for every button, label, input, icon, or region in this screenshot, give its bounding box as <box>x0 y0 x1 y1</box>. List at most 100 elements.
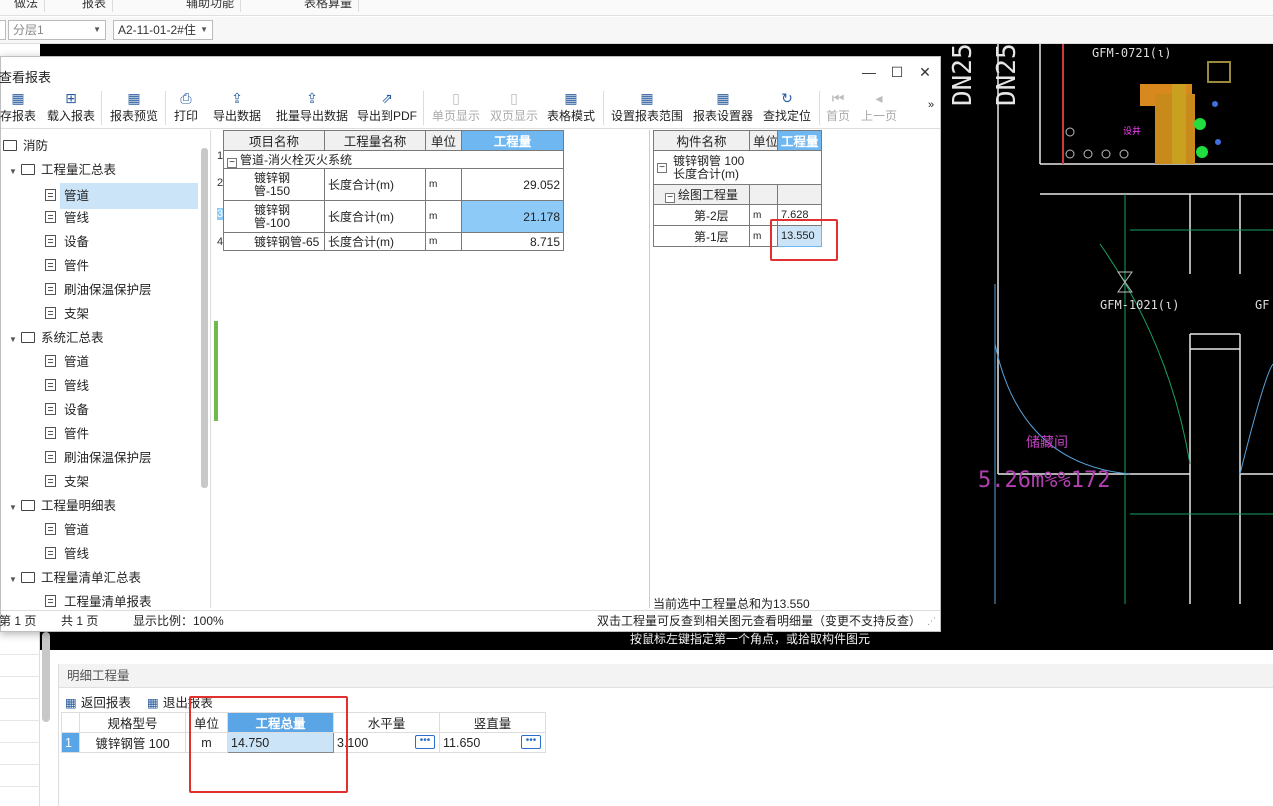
cad-label-dn: DN25 <box>992 44 1022 106</box>
menu-item-method[interactable]: 做法 <box>8 0 46 12</box>
col-header-horizontal[interactable]: 水平量 <box>333 712 440 733</box>
maximize-button[interactable]: ☐ <box>887 64 907 80</box>
cell-quantity[interactable]: 8.715 <box>461 232 564 251</box>
cell-quantity-selected[interactable]: 21.178 <box>461 200 564 233</box>
document-icon <box>45 211 56 223</box>
tree-item-label: 管线 <box>64 211 90 225</box>
set-report-range-button[interactable]: ▦ 设置报表范围 <box>609 89 685 127</box>
tree-folder-item[interactable]: 消防 <box>1 135 48 157</box>
col-header-quantity[interactable]: 工程量 <box>461 130 564 151</box>
cell-unit[interactable]: m <box>425 168 462 201</box>
col-header-spec[interactable]: 规格型号 <box>79 712 186 733</box>
document-icon <box>45 547 56 559</box>
find-locate-button[interactable]: ↻ 查找定位 <box>761 89 813 127</box>
folder-icon <box>3 140 17 151</box>
tree-report-item[interactable]: 支架 <box>45 471 89 493</box>
minimize-button[interactable]: — <box>859 64 879 80</box>
subgroup-cell[interactable]: − 绘图工程量 <box>653 184 750 205</box>
tree-report-item[interactable]: 刷油保温保护层 <box>45 447 152 469</box>
cell-quantity[interactable]: 29.052 <box>461 168 564 201</box>
col-header-unit[interactable]: 单位 <box>749 130 778 151</box>
prev-page-button[interactable]: ◂ 上一页 <box>859 89 899 127</box>
col-header-qty-name[interactable]: 工程量名称 <box>324 130 426 151</box>
col-header-quantity[interactable]: 工程量 <box>777 130 822 151</box>
menu-item-report[interactable]: 报表 <box>76 0 114 12</box>
floor-combo[interactable]: 分层1 ▼ <box>8 20 106 40</box>
print-button[interactable]: ⎙ 打印 <box>171 89 201 127</box>
double-page-button[interactable]: ▯ 双页显示 <box>487 89 541 127</box>
cell-item-name[interactable]: 镀锌钢管-100 <box>223 200 325 233</box>
col-header-component[interactable]: 构件名称 <box>653 130 750 151</box>
tree-report-item[interactable]: 管道 <box>45 519 89 541</box>
ellipsis-button[interactable]: ••• <box>415 735 435 749</box>
table-row[interactable]: 镀锌钢管-150 长度合计(m) m 29.052 <box>223 168 564 201</box>
tree-scrollbar[interactable] <box>201 148 208 488</box>
table-group-row[interactable]: − 管道-消火栓灭火系统 <box>223 150 564 169</box>
tree-report-item[interactable]: 支架 <box>45 303 89 325</box>
tree-report-item[interactable]: 管道 <box>45 183 198 209</box>
cell-floor[interactable]: 第-1层 <box>653 225 750 247</box>
tree-folder-item[interactable]: ▼ 工程量明细表 <box>9 495 116 517</box>
cell-horizontal[interactable]: 3.100 ••• <box>333 732 440 753</box>
first-page-button[interactable]: ⏮ 首页 <box>823 89 853 127</box>
tree-report-item[interactable]: 管件 <box>45 255 89 277</box>
menu-item-table-calc[interactable]: 表格算量 <box>298 0 360 12</box>
close-button[interactable]: ✕ <box>915 64 935 80</box>
tree-report-item[interactable]: 刷油保温保护层 <box>45 279 152 301</box>
table-mode-button[interactable]: ▦ 表格模式 <box>545 89 597 127</box>
cell-unit[interactable]: m <box>425 232 462 251</box>
load-report-button[interactable]: ⊞ 载入报表 <box>45 89 97 127</box>
collapse-icon[interactable]: − <box>657 162 667 173</box>
tree-report-item[interactable]: 设备 <box>45 399 89 421</box>
tree-report-item[interactable]: 管件 <box>45 423 89 445</box>
cell-item-name[interactable]: 镀锌钢管-65 <box>223 232 325 251</box>
component-combo[interactable]: A2-11-01-2#住 ▼ <box>113 20 213 40</box>
tree-report-item[interactable]: 管线 <box>45 207 89 229</box>
menu-item-aux[interactable]: 辅助功能 <box>180 0 242 12</box>
single-page-button[interactable]: ▯ 单页显示 <box>429 89 483 127</box>
chevron-down-icon[interactable]: ▼ <box>9 497 21 519</box>
col-header-vertical[interactable]: 竖直量 <box>439 712 546 733</box>
cell-qty-name[interactable]: 长度合计(m) <box>324 232 426 251</box>
col-header-item-name[interactable]: 项目名称 <box>223 130 325 151</box>
component-combo-value: A2-11-01-2#住 <box>118 23 196 37</box>
return-report-button[interactable]: ▦ 返回报表 <box>65 692 131 711</box>
tree-folder-item[interactable]: ▼ 工程量清单汇总表 <box>9 567 141 589</box>
tree-folder-item[interactable]: ▼ 系统汇总表 <box>9 327 104 349</box>
export-data-button[interactable]: ⇪ 导出数据 <box>211 89 263 127</box>
report-preview-button[interactable]: ▦ 报表预览 <box>107 89 161 127</box>
tree-folder-item[interactable]: ▼ 工程量汇总表 <box>9 159 116 181</box>
collapse-icon[interactable]: − <box>227 158 237 168</box>
floor-combo-value: 分层1 <box>13 23 44 37</box>
cell-spec[interactable]: 镀锌钢管 100 <box>79 732 186 753</box>
cell-unit[interactable]: m <box>425 200 462 233</box>
table-row[interactable]: 镀锌钢管-100 长度合计(m) m 21.178 <box>223 200 564 233</box>
cell-item-name[interactable]: 镀锌钢管-150 <box>223 168 325 201</box>
tree-report-item[interactable]: 管线 <box>45 375 89 397</box>
cell-vertical[interactable]: 11.650 ••• <box>439 732 546 753</box>
resize-grip-icon[interactable]: ⋰ <box>927 611 936 632</box>
tree-report-item[interactable]: 管线 <box>45 543 89 565</box>
tree-report-item[interactable]: 管道 <box>45 351 89 373</box>
cell-floor[interactable]: 第-2层 <box>653 204 750 226</box>
ellipsis-button[interactable]: ••• <box>521 735 541 749</box>
scrollbar[interactable] <box>42 632 50 722</box>
tree-report-item[interactable]: 设备 <box>45 231 89 253</box>
batch-export-button[interactable]: ⇪ 批量导出数据 <box>273 89 351 127</box>
chevron-down-icon[interactable]: ▼ <box>9 569 21 591</box>
report-settings-button[interactable]: ▦ 报表设置器 <box>691 89 755 127</box>
export-pdf-button[interactable]: ⇗ 导出到PDF <box>355 89 419 127</box>
toolbar-label: 载入报表 <box>46 109 95 123</box>
table-row[interactable]: 镀锌钢管-65 长度合计(m) m 8.715 <box>223 232 564 251</box>
cell-qty-name[interactable]: 长度合计(m) <box>324 168 426 201</box>
pane-splitter[interactable] <box>214 321 218 421</box>
col-header-unit[interactable]: 单位 <box>425 130 462 151</box>
cell-qty-name[interactable]: 长度合计(m) <box>324 200 426 233</box>
chevron-down-icon[interactable]: ▼ <box>9 329 21 351</box>
chevron-down-icon[interactable]: ▼ <box>9 161 21 183</box>
collapse-icon[interactable]: − <box>665 193 675 203</box>
status-hint: 双击工程量可反查到相关图元查看明细量（变更不支持反查） <box>597 614 922 628</box>
save-report-button[interactable]: ▦ 存报表 <box>0 89 39 127</box>
tree-report-item[interactable]: 工程量清单报表 <box>45 591 152 608</box>
component-title-cell[interactable]: − 镀锌钢管 100 长度合计(m) <box>653 150 822 185</box>
